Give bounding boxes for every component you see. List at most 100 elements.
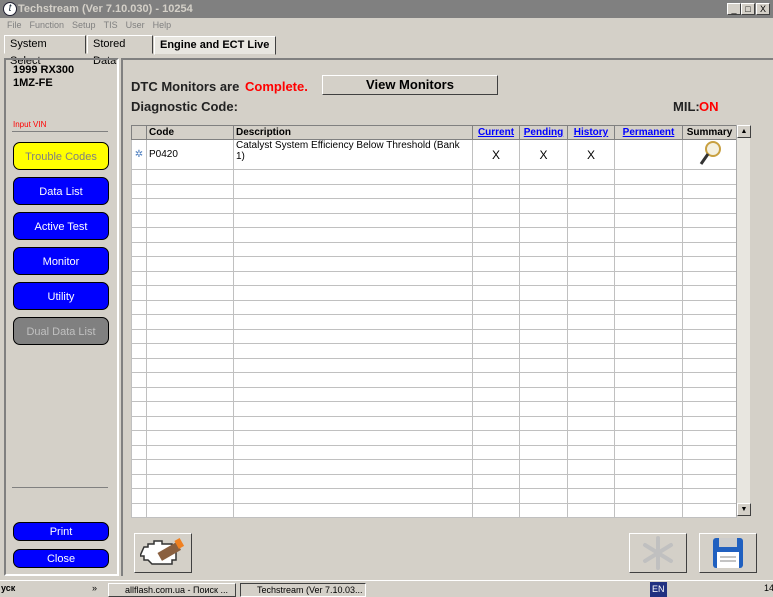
table-row-empty[interactable] [131,227,737,243]
table-row[interactable]: ✲ P0420 Catalyst System Efficiency Below… [131,139,737,170]
table-cell [233,328,473,344]
table-row-empty[interactable] [131,285,737,301]
view-monitors-button[interactable]: View Monitors [322,75,498,95]
table-row-empty[interactable] [131,372,737,388]
table-cell [146,212,234,228]
table-row-empty[interactable] [131,357,737,373]
quicklaunch-more[interactable]: » [92,581,97,596]
menu-setup[interactable]: Setup [72,20,96,30]
table-row-empty[interactable] [131,430,737,446]
menu-function[interactable]: Function [30,20,65,30]
table-row-empty[interactable] [131,270,737,286]
table-row-empty[interactable] [131,488,737,504]
save-button[interactable] [699,533,757,573]
start-button[interactable]: уск [1,581,15,596]
data-list-button[interactable]: Data List [13,177,109,205]
header-current[interactable]: Current [472,125,520,140]
table-row-empty[interactable] [131,459,737,475]
close-button[interactable]: Close [13,549,109,568]
table-cell [146,430,234,446]
monitor-button[interactable]: Monitor [13,247,109,275]
table-cell [682,285,737,301]
gear-icon: ✲ [131,139,147,170]
task-techstream[interactable]: Techstream (Ver 7.10.03... [240,583,366,597]
menu-bar: File Function Setup TIS User Help [0,18,773,33]
maximize-button[interactable]: □ [741,3,755,15]
table-row-empty[interactable] [131,256,737,272]
table-row-empty[interactable] [131,401,737,417]
tab-stored-data[interactable]: Stored Data [87,35,153,67]
table-cell [682,473,737,489]
active-test-button[interactable]: Active Test [13,212,109,240]
table-row-empty[interactable] [131,314,737,330]
print-button[interactable]: Print [13,522,109,541]
menu-tis[interactable]: TIS [104,20,118,30]
table-cell [472,227,520,243]
table-row-empty[interactable] [131,183,737,199]
table-cell [519,386,568,402]
table-cell [233,415,473,431]
utility-button[interactable]: Utility [13,282,109,310]
table-cell [233,270,473,286]
table-cell [233,357,473,373]
minimize-button[interactable]: _ [727,3,741,15]
dual-data-list-button[interactable]: Dual Data List [13,317,109,345]
table-row-empty[interactable] [131,502,737,518]
trouble-codes-button[interactable]: Trouble Codes [13,142,109,170]
table-cell [146,343,234,359]
header-permanent[interactable]: Permanent [614,125,683,140]
table-row-empty[interactable] [131,473,737,489]
table-cell [519,502,568,518]
table-cell [519,285,568,301]
table-row-empty[interactable] [131,415,737,431]
table-row-empty[interactable] [131,343,737,359]
snapshot-button[interactable] [629,533,687,573]
table-cell [567,241,615,257]
table-cell [682,459,737,475]
table-cell [682,386,737,402]
table-row-empty[interactable] [131,241,737,257]
table-scrollbar[interactable]: ▲ ▼ [736,125,751,516]
table-cell [472,401,520,417]
table-cell [519,314,568,330]
table-cell [519,357,568,373]
table-cell [146,473,234,489]
table-row-empty[interactable] [131,444,737,460]
language-indicator[interactable]: EN [650,582,667,597]
scroll-up-icon[interactable]: ▲ [737,125,751,138]
tab-system-select[interactable]: System Select [4,35,86,67]
menu-file[interactable]: File [7,20,22,30]
table-cell [519,241,568,257]
menu-help[interactable]: Help [153,20,172,30]
table-cell [146,183,234,199]
task-browser[interactable]: allflash.com.ua - Поиск ... [108,583,236,597]
table-cell [131,183,147,199]
table-row-empty[interactable] [131,386,737,402]
table-cell [472,372,520,388]
table-cell [146,459,234,475]
clock: 14 [764,583,773,593]
table-cell [146,488,234,504]
header-pending[interactable]: Pending [519,125,568,140]
tab-engine-ect-live[interactable]: Engine and ECT Live [154,36,276,55]
table-row-empty[interactable] [131,299,737,315]
table-row-empty[interactable] [131,198,737,214]
table-cell [146,357,234,373]
scroll-down-icon[interactable]: ▼ [737,503,751,516]
table-row-empty[interactable] [131,328,737,344]
table-cell [146,299,234,315]
table-cell [472,198,520,214]
input-vin-link[interactable]: Input VIN [13,120,46,129]
table-row-empty[interactable] [131,212,737,228]
table-row-empty[interactable] [131,169,737,185]
header-history[interactable]: History [567,125,615,140]
close-window-button[interactable]: X [756,3,770,15]
menu-user[interactable]: User [126,20,145,30]
table-cell [614,314,683,330]
table-cell [233,256,473,272]
summary-magnifier-icon[interactable] [682,139,737,170]
clear-dtc-button[interactable] [134,533,192,573]
table-cell [567,488,615,504]
table-cell [682,488,737,504]
floppy-disk-icon [713,538,743,568]
